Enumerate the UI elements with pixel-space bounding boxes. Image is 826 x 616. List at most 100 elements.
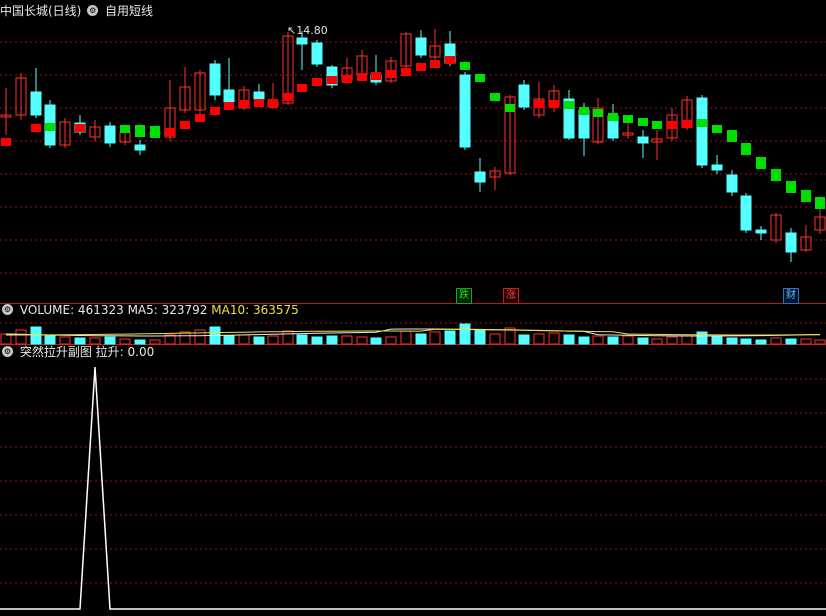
indicator-rise-line [0, 366, 826, 610]
badge-rise[interactable]: 涨 [503, 288, 519, 304]
volume-bar-46 [681, 335, 693, 345]
volume-bar-13 [194, 329, 206, 345]
volume-bar-18 [267, 335, 279, 345]
main-panel-header: 中国长城(日线) ⚙ 自用短线 [0, 3, 153, 19]
signal-block-27 [460, 62, 470, 70]
signal-block-30 [505, 104, 515, 112]
volume-bar-48 [711, 336, 723, 345]
signal-block-3 [75, 124, 85, 132]
candle-body-48 [711, 164, 723, 171]
volume-bar-28 [415, 333, 427, 345]
volume-bar-49 [726, 337, 738, 345]
signal-block-18 [327, 76, 337, 84]
candle-body-20 [296, 37, 308, 45]
volume-ma5-label: MA5: 323792 [127, 303, 208, 317]
signal-block-21 [371, 72, 381, 80]
candle-body-51 [755, 229, 767, 234]
signal-block-11 [224, 102, 234, 110]
signal-block-28 [475, 74, 485, 82]
volume-bar-19 [282, 330, 294, 345]
volume-settings-icon[interactable]: ⚙ [2, 304, 13, 315]
signal-block-15 [283, 93, 293, 101]
signal-block-6 [150, 126, 160, 138]
candle-body-49 [726, 174, 738, 193]
volume-bar-29 [429, 331, 441, 345]
signal-block-47 [771, 169, 781, 181]
signal-block-44 [727, 130, 737, 142]
volume-bar-23 [341, 335, 353, 345]
signal-block-19 [342, 75, 352, 83]
signal-block-42 [697, 119, 707, 127]
candle-body-31 [459, 74, 471, 148]
signal-block-1 [31, 124, 41, 132]
volume-bar-3 [44, 335, 56, 345]
volume-bar-12 [179, 331, 191, 345]
volume-bar-53 [785, 338, 797, 345]
candle-body-35 [518, 84, 530, 108]
volume-bar-55 [814, 339, 826, 345]
volume-bar-54 [800, 338, 812, 345]
peak-price-label: ↖14.80 [287, 24, 328, 37]
signal-block-35 [593, 109, 603, 117]
signal-block-39 [652, 121, 662, 129]
volume-bar-50 [740, 338, 752, 345]
signal-block-14 [268, 99, 278, 107]
signal-block-26 [445, 56, 455, 64]
signal-block-16 [297, 84, 307, 92]
signal-block-12 [239, 100, 249, 108]
signal-block-25 [430, 60, 440, 68]
volume-bar-42 [622, 335, 634, 345]
stock-title[interactable]: 中国长城(日线) [0, 4, 81, 18]
candle-body-17 [253, 91, 265, 100]
peak-arrow-icon: ↖ [287, 24, 297, 37]
volume-bar-1 [15, 329, 27, 345]
volume-bar-44 [651, 338, 663, 345]
volume-bar-47 [696, 331, 708, 345]
indicator-settings-icon[interactable]: ⚙ [2, 346, 13, 357]
volume-bar-51 [755, 339, 767, 345]
volume-bar-26 [385, 336, 397, 345]
signal-block-4 [120, 125, 130, 133]
volume-bar-31 [459, 323, 471, 345]
indicator-value: 拉升: 0.00 [95, 345, 155, 359]
signal-block-0 [1, 138, 11, 146]
badge-fall[interactable]: 跌 [456, 288, 472, 304]
signal-block-40 [667, 121, 677, 129]
volume-bar-7 [104, 336, 116, 345]
volume-bar-36 [533, 333, 545, 345]
settings-icon[interactable]: ⚙ [87, 5, 99, 16]
signal-block-43 [712, 125, 722, 133]
volume-bar-15 [223, 335, 235, 345]
volume-ma10-label: MA10: 363575 [211, 303, 299, 317]
signal-block-7 [165, 128, 175, 136]
badge-finance[interactable]: 财 [783, 288, 799, 304]
signal-block-9 [195, 114, 205, 122]
candle-body-2 [30, 91, 42, 116]
volume-bar-35 [518, 334, 530, 345]
signal-block-10 [210, 107, 220, 115]
volume-bar-16 [238, 334, 250, 345]
signal-block-2 [45, 123, 55, 131]
candle-body-28 [415, 37, 427, 56]
volume-label: VOLUME: 461323 [19, 303, 124, 317]
signal-block-34 [579, 107, 589, 115]
signal-block-23 [401, 68, 411, 76]
volume-bar-30 [444, 330, 456, 345]
signal-block-5 [135, 125, 145, 137]
candle-body-32 [474, 171, 486, 183]
candle-body-7 [104, 125, 116, 144]
volume-bar-39 [578, 336, 590, 345]
signal-block-38 [638, 118, 648, 126]
volume-bar-20 [296, 334, 308, 345]
indicator-name[interactable]: 自用短线 [105, 4, 153, 18]
volume-bar-32 [474, 329, 486, 345]
signal-block-24 [416, 63, 426, 71]
signal-block-49 [801, 190, 811, 202]
candle-body-53 [785, 232, 797, 253]
signal-block-46 [756, 157, 766, 169]
volume-bar-41 [607, 336, 619, 345]
candle-body-47 [696, 97, 708, 166]
signal-block-13 [254, 99, 264, 107]
volume-bar-45 [666, 336, 678, 345]
volume-bar-27 [400, 330, 412, 345]
